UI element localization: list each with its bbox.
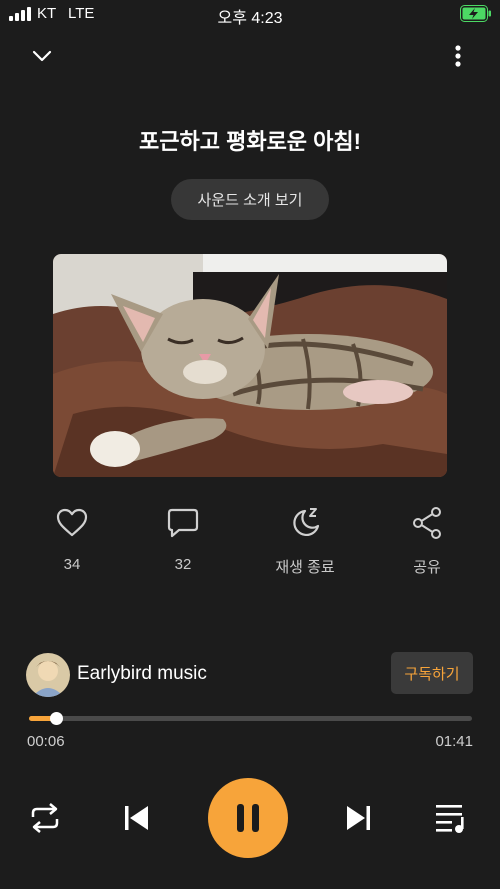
status-time: 오후 4:23 [217,10,283,27]
heart-icon [56,508,88,537]
comment-icon [167,508,199,538]
pause-icon [237,804,259,832]
sound-title: 포근하고 평화로운 아침! [139,129,361,154]
status-bar: KT LTE 오후 4:23 [0,0,500,28]
sleep-timer-label: 재생 종료 [275,559,335,576]
comment-button[interactable]: 32 [138,506,228,573]
playlist-button[interactable] [430,798,472,838]
more-options-button[interactable] [442,40,474,72]
subscribe-button[interactable]: 구독하기 [391,652,473,694]
repeat-icon [31,803,59,833]
collapse-button[interactable] [26,40,58,72]
pause-button[interactable] [208,778,288,858]
playlist-icon [436,805,464,833]
next-button[interactable] [339,798,379,838]
progress-handle[interactable] [49,712,63,725]
channel-name[interactable]: Earlybird music [77,663,207,685]
share-icon [413,507,441,539]
sound-intro-button[interactable]: 사운드 소개 보기 [171,179,329,220]
total-duration: 01:41 [435,733,473,750]
like-button[interactable]: 34 [27,506,117,573]
more-vertical-icon [455,45,461,67]
cover-image [53,254,447,477]
comment-count: 32 [174,556,192,573]
repeat-button[interactable] [24,798,66,838]
moon-sleep-icon [293,508,320,536]
share-button[interactable]: 공유 [382,506,472,577]
battery-charging-icon [460,5,491,22]
previous-icon [125,806,148,830]
chevron-down-icon [32,50,52,62]
progress-track[interactable] [29,716,472,721]
next-icon [347,806,370,830]
like-count: 34 [63,556,81,573]
channel-avatar[interactable] [26,653,70,697]
elapsed-time: 00:06 [27,733,65,750]
previous-button[interactable] [116,798,156,838]
sleep-timer-button[interactable]: 재생 종료 [260,506,350,577]
share-label: 공유 [413,559,441,576]
